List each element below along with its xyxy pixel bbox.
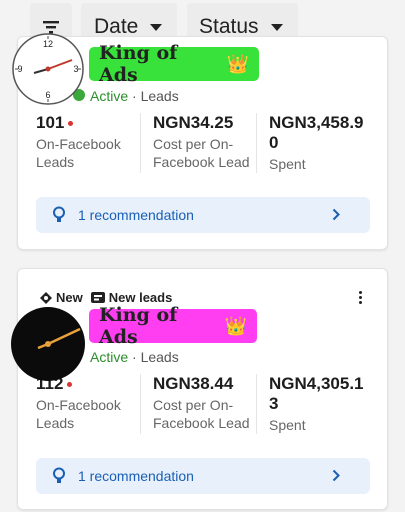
metric-label: On-Facebook Leads bbox=[36, 397, 121, 431]
metric-label: On-Facebook Leads bbox=[36, 136, 121, 170]
metric-label: Spent bbox=[269, 417, 306, 433]
separator: · bbox=[128, 349, 141, 365]
alert-dot bbox=[68, 121, 74, 127]
metric-leads: 101 On-Facebook Leads bbox=[36, 113, 140, 173]
king-of-ads-badge: King of Ads 👑 bbox=[89, 42, 259, 86]
recommendation-banner[interactable]: 1 recommendation bbox=[36, 458, 370, 494]
badge-text: King of Ads bbox=[99, 42, 178, 86]
metric-value: 101 bbox=[36, 113, 65, 132]
recommendation-text: 1 recommendation bbox=[78, 468, 194, 484]
chevron-down-icon bbox=[270, 23, 283, 31]
status-row: Active · Leads bbox=[90, 349, 179, 365]
crown-icon: 👑 bbox=[226, 53, 249, 75]
metric-value: NGN3,458.90 bbox=[269, 113, 364, 152]
metric-value: NGN34.25 bbox=[153, 113, 234, 132]
tag-new-label: New bbox=[56, 290, 83, 305]
status-row: Active · Leads bbox=[90, 88, 179, 104]
lightbulb-icon bbox=[53, 467, 65, 483]
metric-value: NGN4,305.13 bbox=[269, 374, 364, 413]
metric-label: Cost per On-Facebook Lead bbox=[153, 397, 250, 431]
chevron-right-icon bbox=[332, 469, 340, 482]
alert-dot bbox=[67, 382, 73, 388]
metrics-row: 112 On-Facebook Leads NGN38.44 Cost per … bbox=[36, 374, 376, 434]
clock-number: 12 bbox=[43, 39, 53, 49]
more-options-icon[interactable] bbox=[359, 289, 365, 306]
metric-cost-per-lead: NGN38.44 Cost per On-Facebook Lead bbox=[140, 374, 256, 434]
metric-spent: NGN3,458.90 Spent bbox=[256, 113, 376, 173]
king-of-ads-badge: King of Ads 👑 bbox=[89, 304, 257, 348]
objective: Leads bbox=[140, 88, 179, 104]
metric-label: Spent bbox=[269, 156, 306, 172]
tag-new-leads: New leads bbox=[90, 290, 173, 305]
black-clock-icon bbox=[11, 307, 85, 381]
metric-leads: 112 On-Facebook Leads bbox=[36, 374, 140, 434]
recommendation-text: 1 recommendation bbox=[78, 207, 194, 223]
lead-form-icon bbox=[90, 292, 105, 303]
active-status: Active bbox=[90, 88, 129, 104]
metrics-row: 101 On-Facebook Leads NGN34.25 Cost per … bbox=[36, 113, 376, 173]
metric-label: Cost per On-Facebook Lead bbox=[153, 136, 250, 170]
recommendation-banner[interactable]: 1 recommendation bbox=[36, 197, 370, 233]
card-tags: New New leads bbox=[40, 290, 180, 305]
metric-cost-per-lead: NGN34.25 Cost per On-Facebook Lead bbox=[140, 113, 256, 173]
active-status: Active bbox=[90, 349, 129, 365]
objective: Leads bbox=[140, 349, 179, 365]
lightbulb-icon bbox=[53, 206, 65, 222]
badge-text: King of Ads bbox=[99, 304, 178, 348]
chevron-right-icon bbox=[332, 208, 340, 221]
clock-number: 3 bbox=[73, 64, 78, 74]
chevron-down-icon bbox=[150, 23, 163, 31]
tag-new-leads-label: New leads bbox=[108, 290, 173, 305]
tag-new: New bbox=[40, 290, 83, 305]
metric-spent: NGN4,305.13 Spent bbox=[256, 374, 376, 434]
clock-number: 6 bbox=[45, 90, 50, 100]
white-clock-icon: 12 3 6 9 bbox=[12, 33, 84, 105]
sparkle-badge-icon bbox=[40, 291, 52, 304]
separator: · bbox=[128, 88, 141, 104]
clock-number: 9 bbox=[17, 64, 22, 74]
crown-icon: 👑 bbox=[224, 315, 247, 337]
metric-value: NGN38.44 bbox=[153, 374, 234, 393]
